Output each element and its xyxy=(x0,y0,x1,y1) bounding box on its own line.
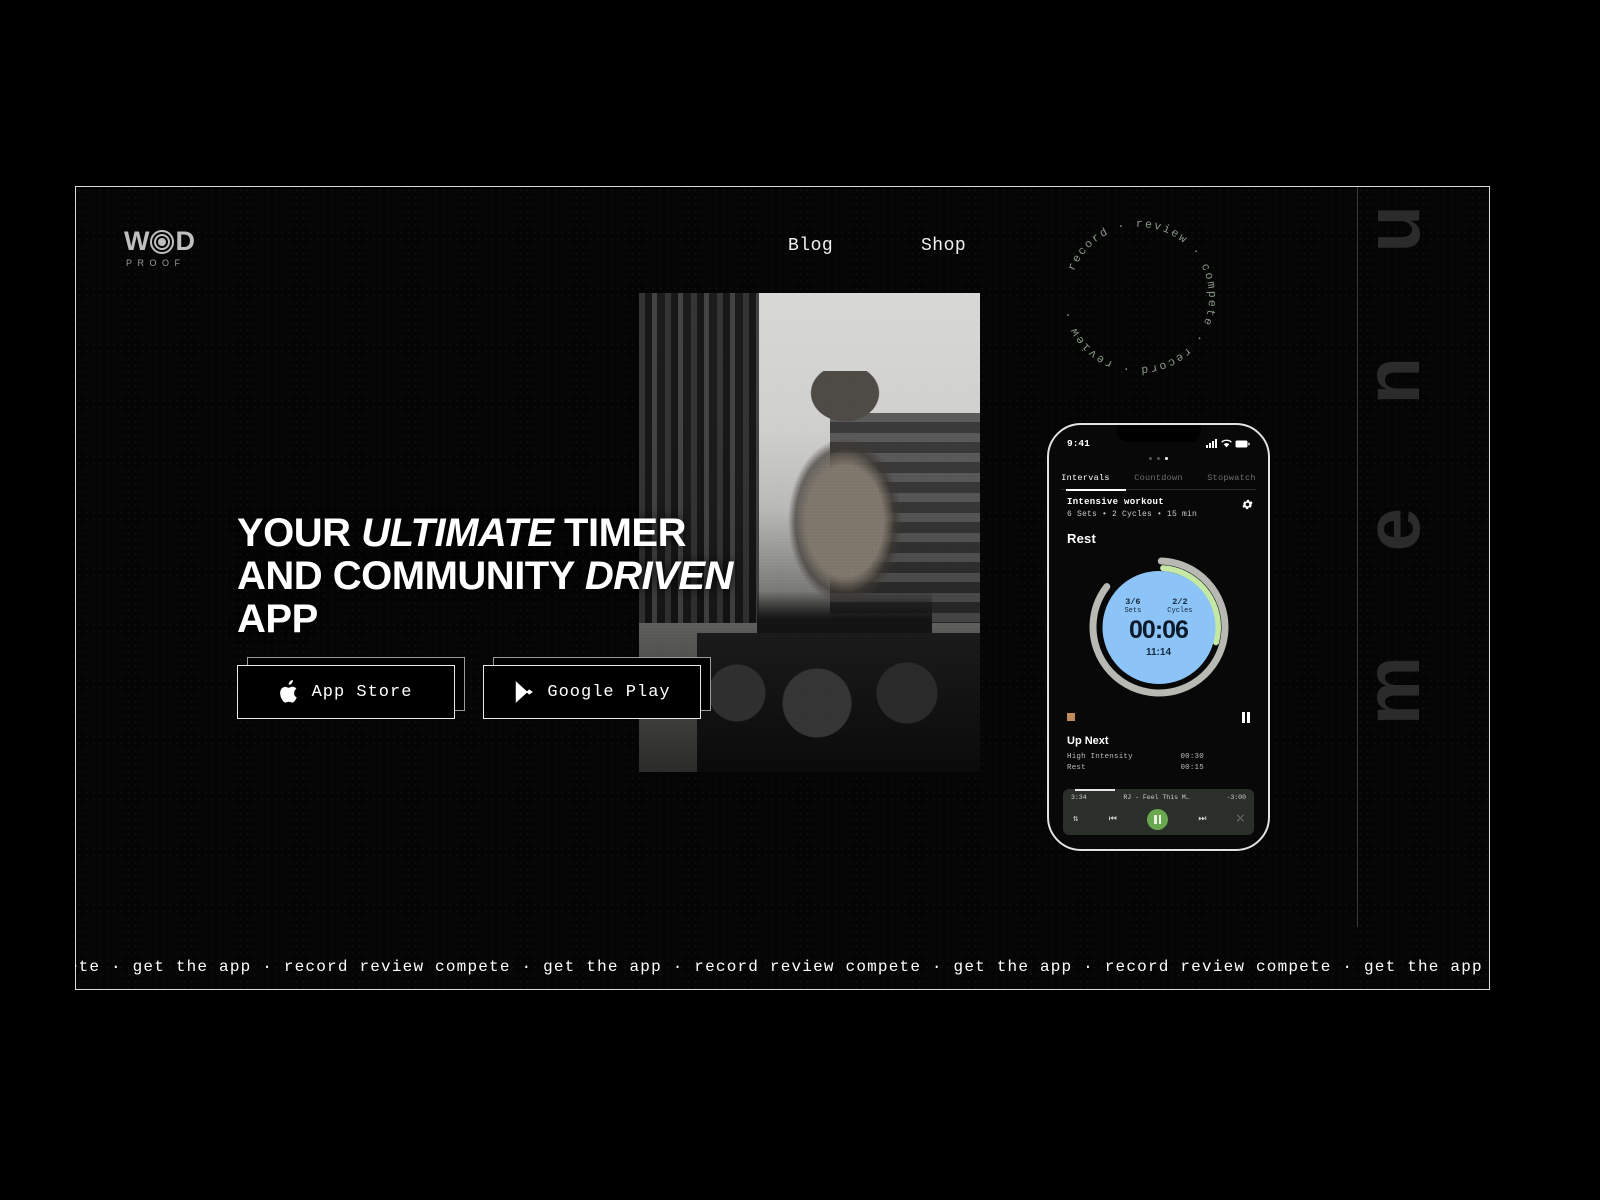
workout-title: Intensive workout xyxy=(1067,497,1164,507)
tab-intervals[interactable]: Intervals xyxy=(1049,473,1122,483)
battery-icon xyxy=(1235,440,1250,447)
logo-wordmark: W D xyxy=(124,228,202,255)
logo-subtitle: PROOF xyxy=(126,258,186,268)
tab-stopwatch[interactable]: Stopwatch xyxy=(1195,473,1268,483)
store-buttons: App Store Google Play xyxy=(237,657,711,719)
timer-sets: 3/6 Sets xyxy=(1124,597,1141,615)
timer-total: 11:14 xyxy=(1145,647,1172,658)
pause-icon[interactable] xyxy=(1241,712,1250,723)
timer-cycles-value: 2/2 xyxy=(1172,597,1188,607)
app-store-label: App Store xyxy=(311,682,413,702)
tab-countdown[interactable]: Countdown xyxy=(1122,473,1195,483)
marquee-text: pete · get the app · record review compe… xyxy=(75,958,1490,976)
headline-part-3: AND COMMUNITY xyxy=(237,554,585,599)
signal-icon xyxy=(1206,438,1217,448)
app-store-button[interactable]: App Store xyxy=(237,657,465,719)
next-icon[interactable]: ⏭ xyxy=(1198,814,1206,824)
up-next-row: Rest 00:15 xyxy=(1067,764,1250,772)
timer-face[interactable]: 3/6 Sets 2/2 Cycles 00:06 11:14 xyxy=(1102,571,1215,684)
dot-1 xyxy=(1149,457,1152,460)
headline-part-4: APP xyxy=(237,597,318,642)
google-play-icon xyxy=(516,681,534,703)
previous-icon[interactable]: ⏮ xyxy=(1109,814,1117,824)
svg-text:record · review · compete: record · review · compete · record · rev… xyxy=(1043,196,1219,376)
badge-circular-text: record · review · compete · record · rev… xyxy=(1043,196,1217,376)
workout-meta: 6 Sets • 2 Cycles • 15 min xyxy=(1067,510,1198,519)
player-progress-bar[interactable] xyxy=(1075,789,1115,791)
menu-letter-e: e xyxy=(1347,508,1436,552)
record-review-compete-badge: record · review · compete · record · rev… xyxy=(1043,196,1231,389)
headline-emphasis-2: DRIVEN xyxy=(584,554,734,599)
menu-divider xyxy=(1357,187,1358,927)
workout-summary: Intensive workout 6 Sets • 2 Cycles • 15… xyxy=(1067,497,1254,519)
logo-letter-d: D xyxy=(175,226,194,256)
phone-tabs: Intervals Countdown Stopwatch xyxy=(1049,467,1268,489)
stop-icon[interactable] xyxy=(1067,713,1075,721)
shuffle-icon[interactable]: ⇅ xyxy=(1073,814,1078,824)
timer-sets-value: 3/6 xyxy=(1125,597,1141,607)
menu-letter-u: u xyxy=(1347,205,1436,253)
player-remaining: -3:00 xyxy=(1226,794,1246,801)
menu-letter-m: m xyxy=(1347,655,1436,725)
dot-2 xyxy=(1157,457,1160,460)
page-root: W D PROOF Blog Shop record · review · co… xyxy=(0,0,1600,1200)
player-elapsed: 3:34 xyxy=(1071,794,1087,801)
timer-controls xyxy=(1067,712,1250,727)
up-next-time: 00:30 xyxy=(1180,753,1204,761)
headline-part-2: TIMER xyxy=(553,511,686,555)
timer-phase-label: Rest xyxy=(1067,531,1096,546)
headline-emphasis-1: ULTIMATE xyxy=(361,511,554,555)
player-meta: 3:34 RJ - Feel This M… -3:00 xyxy=(1063,794,1254,801)
badge-text: record · review · compete · record · rev… xyxy=(1043,196,1217,376)
up-next-section: Up Next High Intensity 00:30 Rest 00:15 xyxy=(1067,735,1250,775)
pause-icon[interactable] xyxy=(1147,808,1169,830)
timer-cycles: 2/2 Cycles xyxy=(1167,597,1192,615)
up-next-name: Rest xyxy=(1067,764,1086,772)
dot-3-active xyxy=(1165,457,1168,460)
music-player: 3:34 RJ - Feel This M… -3:00 ⇅ ⏮ ⏭ ⤬ xyxy=(1063,789,1254,835)
brand-logo[interactable]: W D PROOF xyxy=(124,228,202,269)
status-icons xyxy=(1206,438,1250,448)
menu-letter-n: n xyxy=(1347,356,1436,405)
headline-part-1: YOUR xyxy=(237,511,362,555)
timer-remaining: 00:06 xyxy=(1129,616,1189,644)
timer-sets-caption: Sets xyxy=(1124,607,1142,615)
wod-rings-icon xyxy=(149,229,174,254)
interval-timer: 3/6 Sets 2/2 Cycles 00:06 11:14 xyxy=(1049,557,1268,709)
phone-mockup: 9:41 Intervals Countdown Stopwatch Inten… xyxy=(1047,423,1270,851)
vertical-menu-button[interactable]: u n e m xyxy=(1348,205,1436,725)
tab-divider xyxy=(1061,489,1256,491)
page-title: YOUR ULTIMATE TIMER AND COMMUNITY DRIVEN A… xyxy=(237,511,734,642)
nav-item-shop[interactable]: Shop xyxy=(921,236,966,256)
up-next-time: 00:15 xyxy=(1180,764,1204,772)
marquee-ticker: pete · get the app · record review compe… xyxy=(75,950,1490,984)
google-play-label: Google Play xyxy=(547,682,671,702)
logo-letter-w: W xyxy=(124,226,150,256)
timer-cycles-caption: Cycles xyxy=(1167,607,1193,615)
google-play-button[interactable]: Google Play xyxy=(483,657,711,719)
up-next-row: High Intensity 00:30 xyxy=(1067,753,1250,761)
up-next-heading: Up Next xyxy=(1067,735,1109,747)
up-next-name: High Intensity xyxy=(1067,753,1133,761)
status-time: 9:41 xyxy=(1067,437,1090,449)
gear-icon[interactable] xyxy=(1241,498,1254,511)
apple-icon xyxy=(279,680,297,703)
wifi-icon xyxy=(1221,439,1232,447)
repeat-icon[interactable]: ⤬ xyxy=(1237,814,1244,824)
phone-status-bar: 9:41 xyxy=(1049,436,1268,450)
player-controls: ⇅ ⏮ ⏭ ⤬ xyxy=(1063,808,1254,830)
page-indicator-dots xyxy=(1049,457,1268,460)
player-track-title: RJ - Feel This M… xyxy=(1123,794,1190,801)
nav-item-blog[interactable]: Blog xyxy=(788,236,833,256)
